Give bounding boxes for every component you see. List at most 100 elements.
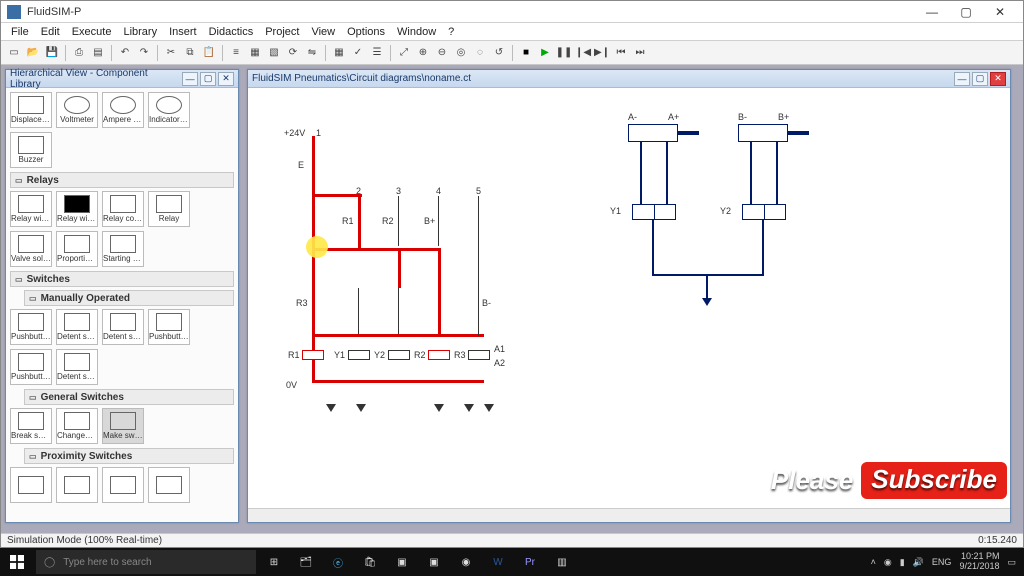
- grid-button[interactable]: ▦: [330, 44, 348, 62]
- taskbar-app-chrome[interactable]: ◉: [450, 548, 482, 576]
- stop-button[interactable]: ■: [517, 44, 535, 62]
- cir-close-button[interactable]: ✕: [990, 72, 1006, 86]
- section-manual[interactable]: Manually Operated: [24, 290, 234, 306]
- paste-button[interactable]: 📋: [200, 44, 218, 62]
- zoom-in-button[interactable]: ⊕: [414, 44, 432, 62]
- step-fwd-button[interactable]: ▶❙: [593, 44, 611, 62]
- print-button[interactable]: ⎙: [70, 44, 88, 62]
- section-relays[interactable]: Relays: [10, 172, 234, 188]
- menu-library[interactable]: Library: [117, 26, 163, 38]
- canvas-scrollbar[interactable]: [248, 508, 1010, 522]
- comp-prox-4[interactable]: [148, 467, 190, 503]
- comp-detent-2[interactable]: Detent swit…: [102, 309, 144, 345]
- menu-execute[interactable]: Execute: [66, 26, 118, 38]
- preview-button[interactable]: ▤: [89, 44, 107, 62]
- comp-make-switch[interactable]: Make switch: [102, 408, 144, 444]
- comp-ammeter[interactable]: Ampere meter: [102, 92, 144, 128]
- tray-network-icon[interactable]: ▮: [900, 557, 905, 568]
- lib-min-button[interactable]: —: [182, 72, 198, 86]
- taskbar-app-premiere[interactable]: Pr: [514, 548, 546, 576]
- menu-help[interactable]: ?: [442, 26, 460, 38]
- menu-file[interactable]: File: [5, 26, 35, 38]
- cylinder-B[interactable]: [738, 124, 788, 142]
- valve-A[interactable]: [632, 204, 676, 220]
- tray-volume-icon[interactable]: 🔊: [913, 557, 924, 568]
- comp-valve-solenoid[interactable]: Valve sole…: [10, 231, 52, 267]
- taskbar-app-fluidsim[interactable]: ▥: [546, 548, 578, 576]
- comp-pushbutton-1[interactable]: Pushbutton…: [10, 309, 52, 345]
- list-button[interactable]: ☰: [368, 44, 386, 62]
- zoom-prev-button[interactable]: ↺: [490, 44, 508, 62]
- comp-displacement[interactable]: Displaceme…: [10, 92, 52, 128]
- tray-clock[interactable]: 10:21 PM 9/21/2018: [959, 552, 999, 572]
- search-box[interactable]: ◯ Type here to search: [36, 550, 256, 574]
- comp-prox-2[interactable]: [56, 467, 98, 503]
- save-button[interactable]: 💾: [43, 44, 61, 62]
- comp-starting-curr[interactable]: Starting curr…: [102, 231, 144, 267]
- play-button[interactable]: ▶: [536, 44, 554, 62]
- skip-start-button[interactable]: ⏮: [612, 44, 630, 62]
- rotate-button[interactable]: ⟳: [284, 44, 302, 62]
- group-button[interactable]: ▦: [246, 44, 264, 62]
- menu-didactics[interactable]: Didactics: [203, 26, 260, 38]
- comp-relay-1[interactable]: Relay with…: [10, 191, 52, 227]
- zoom-area-button[interactable]: ◌: [471, 44, 489, 62]
- taskbar-app-explorer[interactable]: 🗂: [290, 548, 322, 576]
- circuit-titlebar[interactable]: FluidSIM Pneumatics\Circuit diagrams\non…: [248, 70, 1010, 88]
- taskbar-app-1[interactable]: ▣: [386, 548, 418, 576]
- start-button[interactable]: [0, 548, 34, 576]
- section-general[interactable]: General Switches: [24, 389, 234, 405]
- comp-changeover[interactable]: Changeover…: [56, 408, 98, 444]
- check-button[interactable]: ✓: [349, 44, 367, 62]
- taskbar-app-edge[interactable]: ⓔ: [322, 548, 354, 576]
- cylinder-A[interactable]: [628, 124, 678, 142]
- system-tray[interactable]: ˄ ◉ ▮ 🔊 ENG 10:21 PM 9/21/2018 ▭: [863, 552, 1024, 572]
- minimize-button[interactable]: —: [915, 2, 949, 22]
- skip-end-button[interactable]: ⏭: [631, 44, 649, 62]
- new-button[interactable]: ▭: [5, 44, 23, 62]
- comp-detent-1[interactable]: Detent swit…: [56, 309, 98, 345]
- undo-button[interactable]: ↶: [116, 44, 134, 62]
- menu-window[interactable]: Window: [391, 26, 442, 38]
- coil-R3[interactable]: [468, 350, 490, 360]
- tray-up-icon[interactable]: ˄: [871, 557, 876, 567]
- menu-view[interactable]: View: [305, 26, 341, 38]
- task-view-button[interactable]: ⊞: [258, 548, 290, 576]
- valve-B[interactable]: [742, 204, 786, 220]
- cut-button[interactable]: ✂: [162, 44, 180, 62]
- circuit-canvas[interactable]: +24V 0V 1 2 3 4 5: [248, 88, 1010, 508]
- copy-button[interactable]: ⧉: [181, 44, 199, 62]
- lib-close-button[interactable]: ✕: [218, 72, 234, 86]
- comp-buzzer[interactable]: Buzzer: [10, 132, 52, 168]
- comp-voltmeter[interactable]: Voltmeter: [56, 92, 98, 128]
- open-button[interactable]: 📂: [24, 44, 42, 62]
- taskbar-app-2[interactable]: ▣: [418, 548, 450, 576]
- comp-pushbutton-3[interactable]: Pushbutton…: [10, 349, 52, 385]
- cir-max-button[interactable]: ▢: [972, 72, 988, 86]
- coil-R2[interactable]: [428, 350, 450, 360]
- coil-Y2[interactable]: [388, 350, 410, 360]
- comp-indicator[interactable]: Indicator light: [148, 92, 190, 128]
- tray-lang[interactable]: ENG: [932, 557, 952, 567]
- coil-Y1[interactable]: [348, 350, 370, 360]
- comp-detent-3[interactable]: Detent swit…: [56, 349, 98, 385]
- step-back-button[interactable]: ❙◀: [574, 44, 592, 62]
- mirror-button[interactable]: ⇋: [303, 44, 321, 62]
- taskbar-app-word[interactable]: W: [482, 548, 514, 576]
- cir-min-button[interactable]: —: [954, 72, 970, 86]
- comp-prox-1[interactable]: [10, 467, 52, 503]
- comp-relay-counter[interactable]: Relay counter: [102, 191, 144, 227]
- comp-pushbutton-2[interactable]: Pushbutton…: [148, 309, 190, 345]
- tray-user-icon[interactable]: ◉: [884, 557, 892, 568]
- taskbar-app-store[interactable]: 🛍: [354, 548, 386, 576]
- comp-break-switch[interactable]: Break switch: [10, 408, 52, 444]
- comp-prox-3[interactable]: [102, 467, 144, 503]
- comp-relay-2[interactable]: Relay with…: [56, 191, 98, 227]
- comp-relay[interactable]: Relay: [148, 191, 190, 227]
- menu-insert[interactable]: Insert: [163, 26, 203, 38]
- zoom-fit-button[interactable]: ⤢: [395, 44, 413, 62]
- menu-edit[interactable]: Edit: [35, 26, 66, 38]
- align-button[interactable]: ≡: [227, 44, 245, 62]
- zoom-out-button[interactable]: ⊖: [433, 44, 451, 62]
- comp-proportional[interactable]: Proportional…: [56, 231, 98, 267]
